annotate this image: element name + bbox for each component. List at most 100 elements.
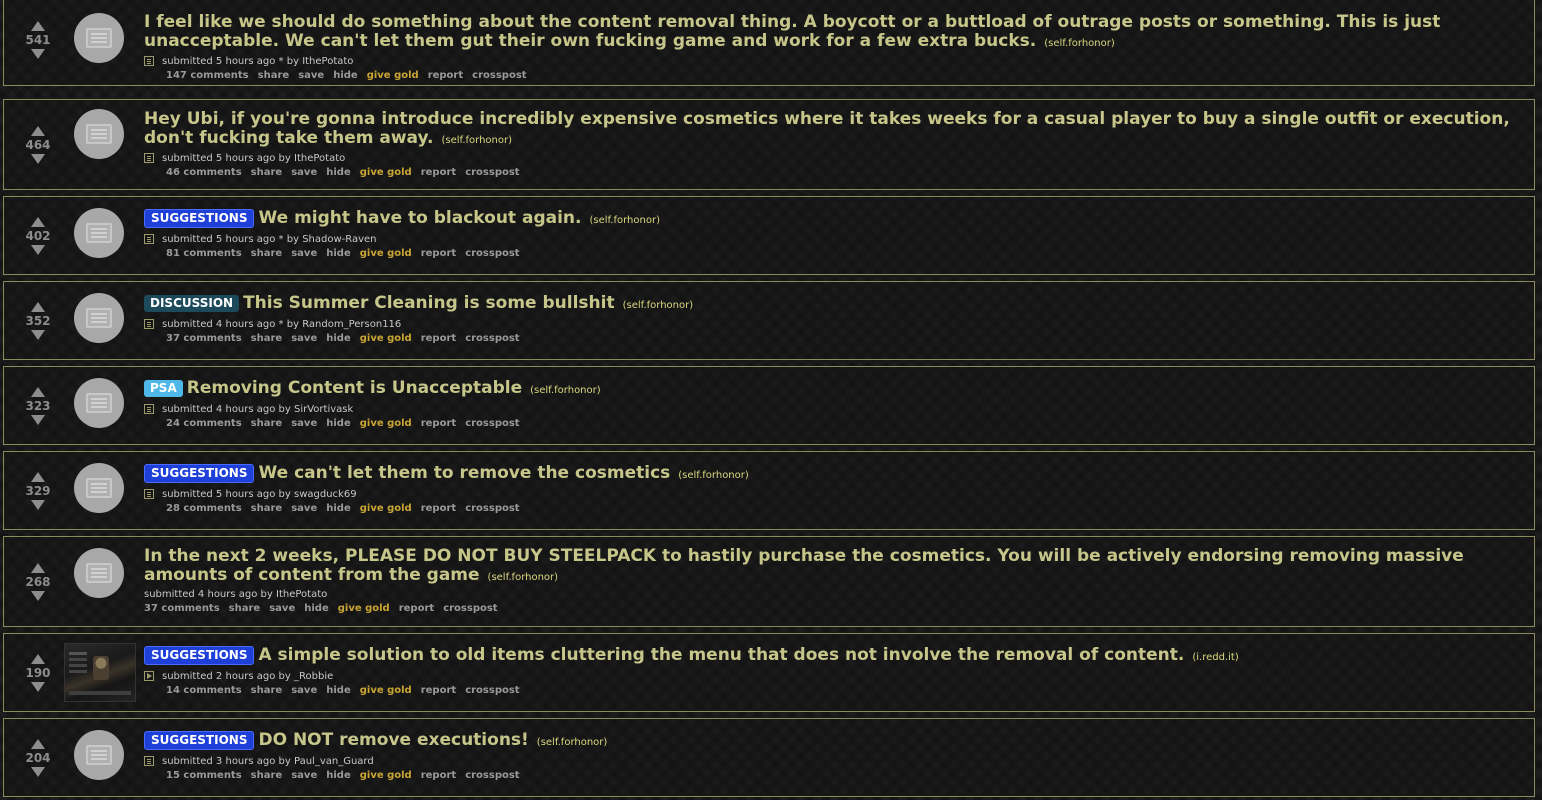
downvote-arrow-icon[interactable]	[31, 681, 45, 692]
post-domain[interactable]: (self.forhonor)	[530, 385, 601, 396]
post-title[interactable]: This Summer Cleaning is some bullshit	[243, 293, 615, 313]
save-button[interactable]: save	[291, 248, 317, 259]
give-gold-button[interactable]: give gold	[360, 167, 412, 178]
report-button[interactable]: report	[421, 333, 456, 344]
text-post-icon[interactable]	[144, 489, 154, 499]
hide-button[interactable]: hide	[326, 333, 351, 344]
give-gold-button[interactable]: give gold	[360, 503, 412, 514]
upvote-arrow-icon[interactable]	[31, 738, 45, 749]
self-post-thumbnail[interactable]	[74, 463, 124, 513]
text-post-icon[interactable]	[144, 404, 154, 414]
post-title[interactable]: We might have to blackout again.	[258, 208, 581, 228]
crosspost-button[interactable]: crosspost	[465, 503, 519, 514]
self-post-thumbnail[interactable]	[74, 208, 124, 258]
author-link[interactable]: Random_Person116	[302, 319, 401, 330]
save-button[interactable]: save	[291, 167, 317, 178]
share-button[interactable]: share	[251, 770, 283, 781]
save-button[interactable]: save	[269, 603, 295, 614]
share-button[interactable]: share	[251, 248, 283, 259]
give-gold-button[interactable]: give gold	[360, 333, 412, 344]
post-domain[interactable]: (self.forhonor)	[488, 572, 559, 583]
downvote-arrow-icon[interactable]	[31, 244, 45, 255]
upvote-arrow-icon[interactable]	[31, 386, 45, 397]
author-link[interactable]: IthePotato	[294, 153, 345, 164]
comments-link[interactable]: 81 comments	[166, 248, 242, 259]
downvote-arrow-icon[interactable]	[31, 153, 45, 164]
post-title[interactable]: In the next 2 weeks, PLEASE DO NOT BUY S…	[144, 546, 1464, 585]
upvote-arrow-icon[interactable]	[31, 471, 45, 482]
crosspost-button[interactable]: crosspost	[465, 770, 519, 781]
comments-link[interactable]: 46 comments	[166, 167, 242, 178]
text-post-icon[interactable]	[144, 153, 154, 163]
report-button[interactable]: report	[421, 248, 456, 259]
post-domain[interactable]: (self.forhonor)	[678, 470, 749, 481]
post-domain[interactable]: (self.forhonor)	[589, 215, 660, 226]
hide-button[interactable]: hide	[326, 418, 351, 429]
upvote-arrow-icon[interactable]	[31, 653, 45, 664]
share-button[interactable]: share	[251, 333, 283, 344]
comments-link[interactable]: 28 comments	[166, 503, 242, 514]
post-title[interactable]: DO NOT remove executions!	[258, 730, 528, 750]
post-title[interactable]: I feel like we should do something about…	[144, 12, 1440, 51]
save-button[interactable]: save	[291, 770, 317, 781]
downvote-arrow-icon[interactable]	[31, 766, 45, 777]
post-domain[interactable]: (i.redd.it)	[1192, 652, 1238, 663]
share-button[interactable]: share	[251, 167, 283, 178]
post-domain[interactable]: (self.forhonor)	[442, 135, 513, 146]
give-gold-button[interactable]: give gold	[360, 418, 412, 429]
save-button[interactable]: save	[291, 685, 317, 696]
self-post-thumbnail[interactable]	[74, 109, 124, 159]
author-link[interactable]: SirVortivask	[294, 404, 353, 415]
self-post-thumbnail[interactable]	[74, 548, 124, 598]
downvote-arrow-icon[interactable]	[31, 329, 45, 340]
image-thumbnail[interactable]	[64, 643, 136, 702]
report-button[interactable]: report	[421, 167, 456, 178]
author-link[interactable]: IthePotato	[302, 56, 353, 67]
save-button[interactable]: save	[291, 333, 317, 344]
crosspost-button[interactable]: crosspost	[465, 167, 519, 178]
crosspost-button[interactable]: crosspost	[465, 418, 519, 429]
crosspost-button[interactable]: crosspost	[472, 70, 526, 81]
post-domain[interactable]: (self.forhonor)	[537, 737, 608, 748]
author-link[interactable]: Shadow-Raven	[302, 234, 376, 245]
report-button[interactable]: report	[399, 603, 434, 614]
self-post-thumbnail[interactable]	[74, 293, 124, 343]
share-button[interactable]: share	[251, 418, 283, 429]
save-button[interactable]: save	[298, 70, 324, 81]
share-button[interactable]: share	[229, 603, 261, 614]
give-gold-button[interactable]: give gold	[360, 770, 412, 781]
give-gold-button[interactable]: give gold	[360, 248, 412, 259]
post-title[interactable]: We can't let them to remove the cosmetic…	[258, 463, 670, 483]
author-link[interactable]: Paul_van_Guard	[294, 756, 374, 767]
text-post-icon[interactable]	[144, 319, 154, 329]
crosspost-button[interactable]: crosspost	[465, 248, 519, 259]
post-title[interactable]: A simple solution to old items clutterin…	[258, 645, 1184, 665]
comments-link[interactable]: 37 comments	[144, 603, 220, 614]
self-post-thumbnail[interactable]	[74, 13, 124, 63]
comments-link[interactable]: 24 comments	[166, 418, 242, 429]
downvote-arrow-icon[interactable]	[31, 49, 45, 59]
upvote-arrow-icon[interactable]	[31, 216, 45, 227]
upvote-arrow-icon[interactable]	[31, 301, 45, 312]
share-button[interactable]: share	[251, 503, 283, 514]
report-button[interactable]: report	[421, 503, 456, 514]
post-domain[interactable]: (self.forhonor)	[1044, 38, 1115, 49]
text-post-icon[interactable]	[144, 234, 154, 244]
post-title[interactable]: Removing Content is Unacceptable	[187, 378, 522, 398]
upvote-arrow-icon[interactable]	[31, 21, 45, 31]
post-domain[interactable]: (self.forhonor)	[623, 300, 694, 311]
comments-link[interactable]: 37 comments	[166, 333, 242, 344]
crosspost-button[interactable]: crosspost	[443, 603, 497, 614]
author-link[interactable]: IthePotato	[276, 589, 327, 600]
hide-button[interactable]: hide	[333, 70, 358, 81]
hide-button[interactable]: hide	[304, 603, 329, 614]
report-button[interactable]: report	[428, 70, 463, 81]
save-button[interactable]: save	[291, 418, 317, 429]
self-post-thumbnail[interactable]	[74, 730, 124, 780]
hide-button[interactable]: hide	[326, 503, 351, 514]
comments-link[interactable]: 14 comments	[166, 685, 242, 696]
give-gold-button[interactable]: give gold	[367, 70, 419, 81]
crosspost-button[interactable]: crosspost	[465, 333, 519, 344]
report-button[interactable]: report	[421, 770, 456, 781]
self-post-thumbnail[interactable]	[74, 378, 124, 428]
